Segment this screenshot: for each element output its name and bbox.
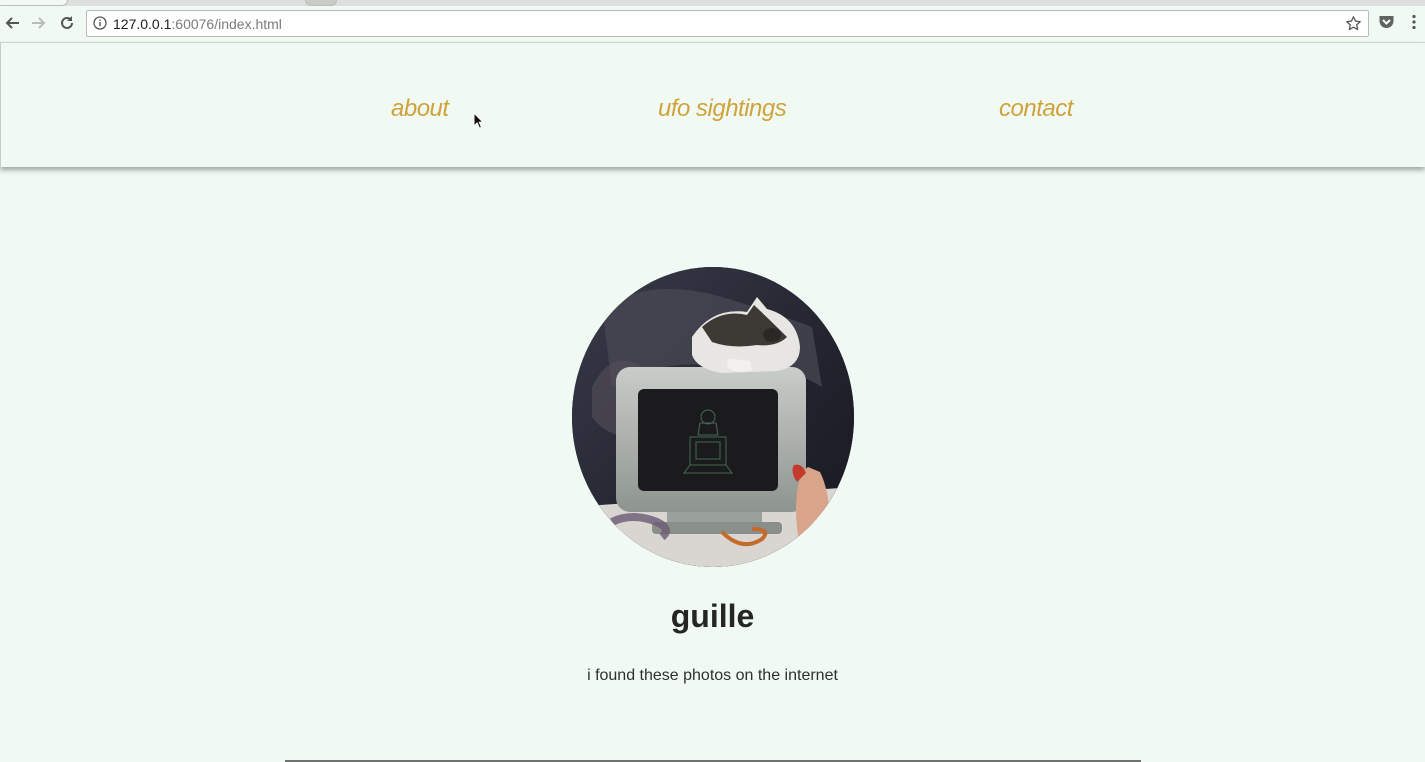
- background-tab[interactable]: [305, 0, 337, 6]
- reload-button[interactable]: [56, 12, 78, 34]
- url-host: 127.0.0.1: [113, 16, 172, 32]
- avatar: [572, 267, 854, 567]
- url-path: :60076/index.html: [171, 16, 282, 32]
- back-button[interactable]: [1, 12, 23, 34]
- site-header: about ufo sightings contact: [0, 43, 1425, 167]
- nav-contact-link[interactable]: contact: [999, 95, 1073, 123]
- reload-icon: [61, 16, 73, 29]
- profile-bio: i found these photos on the internet: [587, 667, 838, 684]
- back-arrow-icon: [5, 17, 19, 29]
- pocket-icon[interactable]: [1378, 14, 1395, 30]
- forward-arrow-icon: [32, 17, 46, 29]
- active-tab[interactable]: [0, 0, 68, 6]
- star-icon[interactable]: [1345, 15, 1362, 32]
- tab-strip: [0, 0, 1425, 6]
- cat-on-computer-photo: [572, 267, 854, 567]
- nav-ufo-sightings-link[interactable]: ufo sightings: [658, 95, 787, 123]
- nav-about-link[interactable]: about: [391, 95, 449, 123]
- more-vert-icon[interactable]: [1411, 14, 1417, 30]
- browser-toolbar: 127.0.0.1:60076/index.html: [0, 0, 1425, 43]
- url-text[interactable]: 127.0.0.1:60076/index.html: [113, 16, 282, 32]
- info-icon[interactable]: [93, 16, 107, 30]
- mouse-cursor-icon: [473, 112, 485, 129]
- address-bar[interactable]: 127.0.0.1:60076/index.html: [86, 10, 1369, 37]
- forward-button[interactable]: [28, 12, 50, 34]
- profile-name: guille: [670, 598, 755, 634]
